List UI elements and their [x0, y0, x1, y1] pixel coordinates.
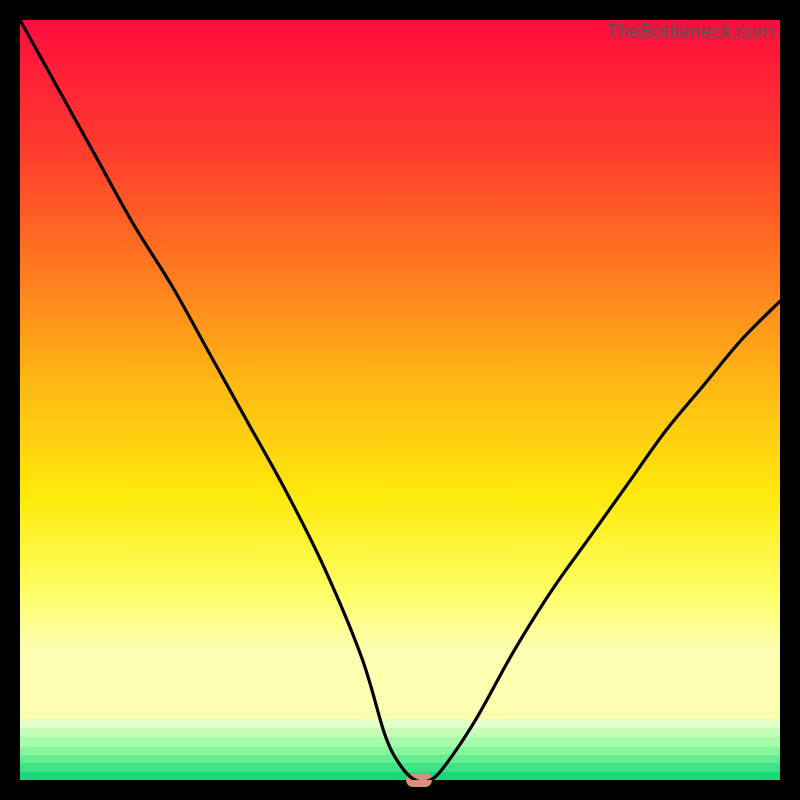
attribution-label: TheBottleneck.com: [606, 21, 774, 44]
bottleneck-curve: [20, 20, 780, 780]
chart-area: TheBottleneck.com: [20, 20, 780, 780]
curve-path: [20, 20, 780, 780]
